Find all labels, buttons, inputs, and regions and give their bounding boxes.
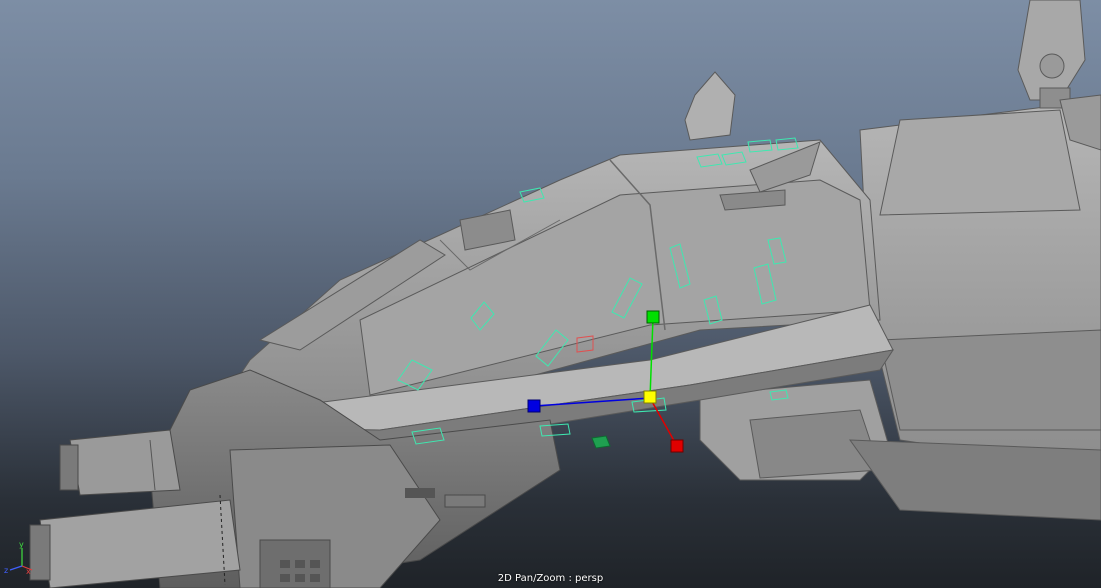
- selected-face-green: [591, 435, 611, 449]
- axis-triad-icon: y x z: [4, 540, 33, 574]
- manip-center-handle[interactable]: [643, 390, 657, 404]
- axis-label-y: y: [19, 540, 24, 549]
- manip-z-handle[interactable]: [527, 399, 541, 413]
- manip-y-handle[interactable]: [646, 310, 660, 324]
- maya-viewport[interactable]: y x z 2D Pan/Zoom : persp: [0, 0, 1101, 588]
- manip-x-handle[interactable]: [670, 439, 684, 453]
- spaceship-model[interactable]: [0, 0, 1101, 588]
- dorsal-fin: [684, 71, 736, 141]
- camera-status-label: 2D Pan/Zoom : persp: [497, 573, 604, 584]
